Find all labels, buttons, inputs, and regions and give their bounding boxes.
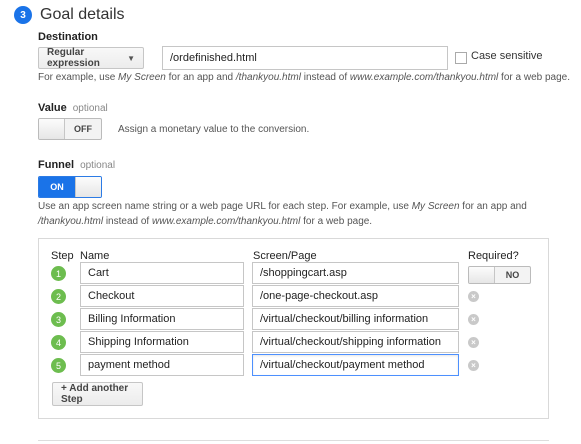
remove-step-icon[interactable]: × [468,314,479,325]
step-screen-input[interactable]: /virtual/checkout/shipping information [252,331,459,353]
step-name-input[interactable]: Billing Information [80,308,244,330]
remove-step-icon[interactable]: × [468,291,479,302]
step-screen-input[interactable]: /shoppingcart.asp [252,262,459,284]
funnel-toggle[interactable]: ON [38,176,102,198]
step-screen-input[interactable]: /one-page-checkout.asp [252,285,459,307]
section-title: Goal details [40,6,125,23]
destination-input[interactable]: /ordefinished.html [162,46,448,70]
section-step-number: 3 [20,9,26,21]
step-name-input[interactable]: Cart [80,262,244,284]
destination-label: Destination [38,31,98,43]
value-label: Value optional [38,102,108,114]
step-number-badge: 3 [51,312,66,327]
required-toggle[interactable]: NO [468,266,531,284]
step-number-badge: 2 [51,289,66,304]
match-type-value: Regular expression [47,47,100,69]
step-screen-input[interactable]: /virtual/checkout/payment method [252,354,459,376]
step-name-input[interactable]: Checkout [80,285,244,307]
funnel-help-text: Use an app screen name string or a web p… [38,201,527,227]
match-type-dropdown[interactable]: Regular expression ▼ [38,47,144,69]
toggle-knob [469,267,495,283]
funnel-toggle-state: ON [39,177,75,197]
value-toggle-state: OFF [74,124,92,134]
toggle-knob [39,119,65,139]
step-number-badge: 1 [51,266,66,281]
step-number-badge: 5 [51,358,66,373]
column-header-name: Name [80,250,110,262]
column-header-screen: Screen/Page [253,250,317,262]
destination-help-text: For example, use My Screen for an app an… [38,72,570,83]
chevron-down-icon: ▼ [127,53,135,63]
section-divider [38,440,549,441]
required-toggle-state: NO [505,270,520,280]
step-name-input[interactable]: payment method [80,354,244,376]
add-another-step-button[interactable]: + Add another Step [52,382,143,406]
value-description: Assign a monetary value to the conversio… [118,124,310,135]
funnel-label: Funnel optional [38,159,116,171]
value-optional-text: optional [72,103,108,114]
toggle-knob [75,177,101,197]
step-screen-input[interactable]: /virtual/checkout/billing information [252,308,459,330]
case-sensitive-label: Case sensitive [471,50,543,62]
remove-step-icon[interactable]: × [468,360,479,371]
column-header-step: Step [51,250,74,262]
step-number-badge: 4 [51,335,66,350]
column-header-required: Required? [468,250,519,262]
case-sensitive-checkbox[interactable] [455,52,467,64]
section-step-badge: 3 [14,6,32,24]
step-name-input[interactable]: Shipping Information [80,331,244,353]
remove-step-icon[interactable]: × [468,337,479,348]
funnel-optional-text: optional [80,160,116,171]
value-toggle[interactable]: OFF [38,118,102,140]
